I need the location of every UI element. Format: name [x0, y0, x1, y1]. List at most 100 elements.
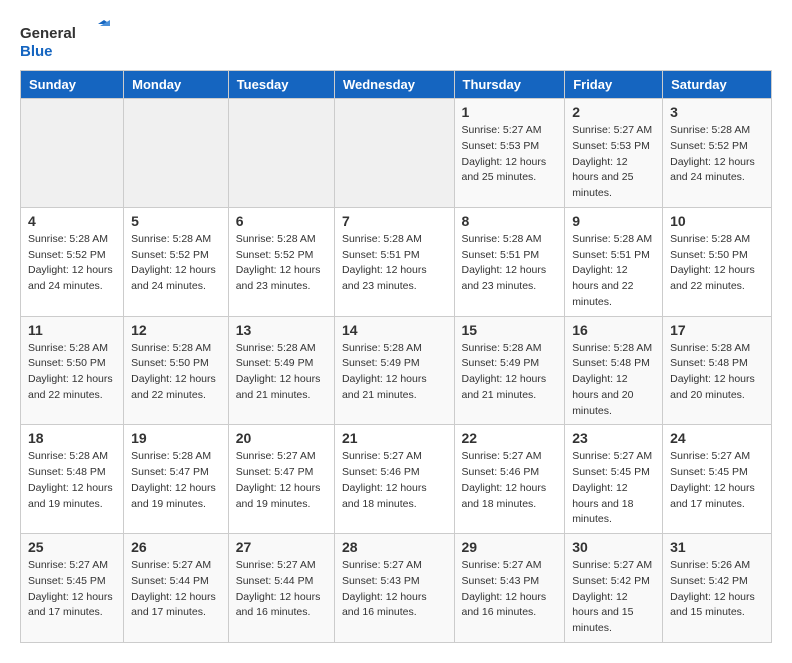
daylight-label: Daylight: 12 hours and 17 minutes.: [28, 591, 113, 619]
svg-text:General: General: [20, 25, 76, 42]
day-number: 21: [342, 430, 447, 446]
day-info: Sunrise: 5:28 AM Sunset: 5:49 PM Dayligh…: [462, 341, 558, 404]
calendar-cell: 22 Sunrise: 5:27 AM Sunset: 5:46 PM Dayl…: [454, 425, 565, 534]
day-number: 15: [462, 322, 558, 338]
day-info: Sunrise: 5:27 AM Sunset: 5:42 PM Dayligh…: [572, 558, 655, 637]
sunrise-label: Sunrise: 5:26 AM: [670, 559, 750, 571]
header-monday: Monday: [124, 71, 229, 99]
calendar-cell: 3 Sunrise: 5:28 AM Sunset: 5:52 PM Dayli…: [663, 99, 772, 208]
day-info: Sunrise: 5:28 AM Sunset: 5:48 PM Dayligh…: [670, 341, 764, 404]
daylight-label: Daylight: 12 hours and 19 minutes.: [28, 482, 113, 510]
calendar-cell: 6 Sunrise: 5:28 AM Sunset: 5:52 PM Dayli…: [228, 207, 334, 316]
day-number: 14: [342, 322, 447, 338]
daylight-label: Daylight: 12 hours and 15 minutes.: [670, 591, 755, 619]
calendar-cell: 13 Sunrise: 5:28 AM Sunset: 5:49 PM Dayl…: [228, 316, 334, 425]
sunset-label: Sunset: 5:47 PM: [236, 466, 314, 478]
calendar-cell: 16 Sunrise: 5:28 AM Sunset: 5:48 PM Dayl…: [565, 316, 663, 425]
calendar-cell: 19 Sunrise: 5:28 AM Sunset: 5:47 PM Dayl…: [124, 425, 229, 534]
sunset-label: Sunset: 5:48 PM: [572, 357, 650, 369]
day-number: 13: [236, 322, 327, 338]
day-number: 16: [572, 322, 655, 338]
day-info: Sunrise: 5:28 AM Sunset: 5:50 PM Dayligh…: [28, 341, 116, 404]
calendar-cell: 27 Sunrise: 5:27 AM Sunset: 5:44 PM Dayl…: [228, 534, 334, 643]
sunrise-label: Sunrise: 5:28 AM: [670, 233, 750, 245]
sunrise-label: Sunrise: 5:27 AM: [572, 559, 652, 571]
day-number: 7: [342, 213, 447, 229]
daylight-label: Daylight: 12 hours and 22 minutes.: [28, 373, 113, 401]
sunset-label: Sunset: 5:53 PM: [462, 140, 540, 152]
logo-icon: General Blue: [20, 20, 110, 60]
sunset-label: Sunset: 5:46 PM: [342, 466, 420, 478]
day-number: 2: [572, 104, 655, 120]
day-info: Sunrise: 5:28 AM Sunset: 5:51 PM Dayligh…: [572, 232, 655, 311]
daylight-label: Daylight: 12 hours and 16 minutes.: [462, 591, 547, 619]
sunrise-label: Sunrise: 5:28 AM: [236, 342, 316, 354]
day-info: Sunrise: 5:27 AM Sunset: 5:45 PM Dayligh…: [572, 449, 655, 528]
day-number: 9: [572, 213, 655, 229]
sunrise-label: Sunrise: 5:28 AM: [131, 450, 211, 462]
calendar-week-row: 11 Sunrise: 5:28 AM Sunset: 5:50 PM Dayl…: [21, 316, 772, 425]
day-info: Sunrise: 5:28 AM Sunset: 5:50 PM Dayligh…: [670, 232, 764, 295]
sunrise-label: Sunrise: 5:27 AM: [236, 559, 316, 571]
sunrise-label: Sunrise: 5:28 AM: [28, 342, 108, 354]
sunrise-label: Sunrise: 5:28 AM: [28, 233, 108, 245]
header: General Blue: [20, 20, 772, 60]
sunrise-label: Sunrise: 5:28 AM: [462, 342, 542, 354]
sunrise-label: Sunrise: 5:27 AM: [462, 559, 542, 571]
day-number: 29: [462, 539, 558, 555]
daylight-label: Daylight: 12 hours and 23 minutes.: [342, 264, 427, 292]
sunrise-label: Sunrise: 5:28 AM: [670, 124, 750, 136]
day-number: 4: [28, 213, 116, 229]
daylight-label: Daylight: 12 hours and 20 minutes.: [572, 373, 633, 417]
sunrise-label: Sunrise: 5:27 AM: [670, 450, 750, 462]
day-number: 26: [131, 539, 221, 555]
daylight-label: Daylight: 12 hours and 22 minutes.: [131, 373, 216, 401]
daylight-label: Daylight: 12 hours and 25 minutes.: [462, 156, 547, 184]
calendar-cell: 31 Sunrise: 5:26 AM Sunset: 5:42 PM Dayl…: [663, 534, 772, 643]
day-number: 12: [131, 322, 221, 338]
day-info: Sunrise: 5:28 AM Sunset: 5:52 PM Dayligh…: [670, 123, 764, 186]
day-info: Sunrise: 5:28 AM Sunset: 5:49 PM Dayligh…: [342, 341, 447, 404]
sunrise-label: Sunrise: 5:27 AM: [572, 124, 652, 136]
sunset-label: Sunset: 5:43 PM: [462, 575, 540, 587]
daylight-label: Daylight: 12 hours and 24 minutes.: [670, 156, 755, 184]
daylight-label: Daylight: 12 hours and 16 minutes.: [342, 591, 427, 619]
calendar-cell: [124, 99, 229, 208]
calendar-week-row: 18 Sunrise: 5:28 AM Sunset: 5:48 PM Dayl…: [21, 425, 772, 534]
daylight-label: Daylight: 12 hours and 18 minutes.: [462, 482, 547, 510]
calendar-cell: 14 Sunrise: 5:28 AM Sunset: 5:49 PM Dayl…: [334, 316, 454, 425]
day-number: 5: [131, 213, 221, 229]
calendar-cell: 26 Sunrise: 5:27 AM Sunset: 5:44 PM Dayl…: [124, 534, 229, 643]
daylight-label: Daylight: 12 hours and 21 minutes.: [462, 373, 547, 401]
day-info: Sunrise: 5:27 AM Sunset: 5:45 PM Dayligh…: [670, 449, 764, 512]
sunset-label: Sunset: 5:50 PM: [28, 357, 106, 369]
sunrise-label: Sunrise: 5:27 AM: [342, 450, 422, 462]
calendar-cell: 10 Sunrise: 5:28 AM Sunset: 5:50 PM Dayl…: [663, 207, 772, 316]
header-tuesday: Tuesday: [228, 71, 334, 99]
sunrise-label: Sunrise: 5:28 AM: [28, 450, 108, 462]
sunrise-label: Sunrise: 5:28 AM: [572, 342, 652, 354]
calendar-cell: [228, 99, 334, 208]
daylight-label: Daylight: 12 hours and 15 minutes.: [572, 591, 633, 635]
sunrise-label: Sunrise: 5:28 AM: [670, 342, 750, 354]
day-info: Sunrise: 5:27 AM Sunset: 5:53 PM Dayligh…: [462, 123, 558, 186]
daylight-label: Daylight: 12 hours and 18 minutes.: [342, 482, 427, 510]
daylight-label: Daylight: 12 hours and 25 minutes.: [572, 156, 633, 200]
svg-text:Blue: Blue: [20, 43, 53, 60]
daylight-label: Daylight: 12 hours and 18 minutes.: [572, 482, 633, 526]
sunset-label: Sunset: 5:53 PM: [572, 140, 650, 152]
calendar-cell: 7 Sunrise: 5:28 AM Sunset: 5:51 PM Dayli…: [334, 207, 454, 316]
calendar-cell: 24 Sunrise: 5:27 AM Sunset: 5:45 PM Dayl…: [663, 425, 772, 534]
calendar-week-row: 25 Sunrise: 5:27 AM Sunset: 5:45 PM Dayl…: [21, 534, 772, 643]
day-number: 23: [572, 430, 655, 446]
day-number: 22: [462, 430, 558, 446]
sunrise-label: Sunrise: 5:27 AM: [462, 124, 542, 136]
header-sunday: Sunday: [21, 71, 124, 99]
daylight-label: Daylight: 12 hours and 24 minutes.: [131, 264, 216, 292]
calendar-week-row: 1 Sunrise: 5:27 AM Sunset: 5:53 PM Dayli…: [21, 99, 772, 208]
sunset-label: Sunset: 5:45 PM: [572, 466, 650, 478]
calendar-cell: 15 Sunrise: 5:28 AM Sunset: 5:49 PM Dayl…: [454, 316, 565, 425]
sunset-label: Sunset: 5:50 PM: [131, 357, 209, 369]
sunset-label: Sunset: 5:43 PM: [342, 575, 420, 587]
sunset-label: Sunset: 5:51 PM: [572, 249, 650, 261]
